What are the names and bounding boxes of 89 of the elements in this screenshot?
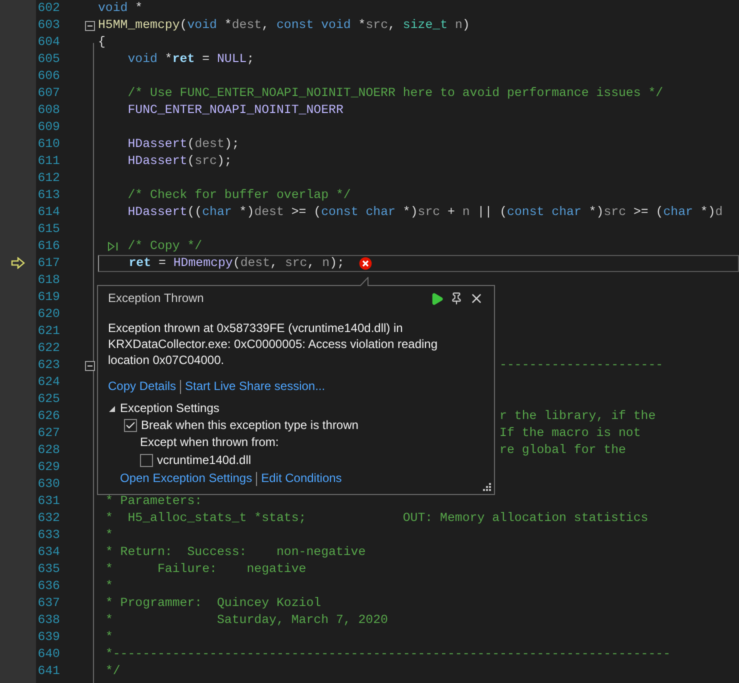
- popup-link[interactable]: Copy Details: [108, 378, 176, 395]
- code-line: /* Use FUNC_ENTER_NOAPI_NOINIT_NOERR here to avoid performance issues */: [128, 84, 664, 102]
- exception-message: Exception thrown at 0x587339FE (vcruntime140d.dll) in KRXDataCollector.exe: 0xC0000005: Access violation reading location 0x07C04000.: [108, 320, 439, 368]
- checkbox-label[interactable]: vcruntime140d.dll: [157, 452, 252, 469]
- settings-heading: Exception Settings: [120, 400, 220, 417]
- line-number: 635: [36, 561, 60, 578]
- expand-triangle-icon[interactable]: [108, 404, 116, 412]
- line-number: 637: [36, 595, 60, 612]
- line-number: 608: [36, 102, 60, 119]
- line-number: 627: [36, 425, 60, 442]
- line-number: 616: [36, 238, 60, 255]
- line-number: 621: [36, 323, 60, 340]
- line-number: 612: [36, 170, 60, 187]
- code-line: r the library, if the: [500, 408, 656, 426]
- line-number: 639: [36, 629, 60, 646]
- code-line: * Programmer: Quincey Koziol: [105, 595, 322, 612]
- line-number: 605: [36, 50, 60, 68]
- code-line: * Failure: negative: [105, 561, 306, 578]
- line-number: 628: [36, 442, 60, 460]
- popup-link[interactable]: Edit Conditions: [261, 470, 342, 487]
- line-number: 640: [36, 646, 60, 664]
- code-line: HDassert((char *)dest >= (const char *)src + n || (const char *)src >= (char *)d: [128, 204, 723, 221]
- line-number: 630: [36, 476, 60, 494]
- code-line: void *ret = NULL;: [128, 50, 254, 68]
- code-line: * H5_alloc_stats_t *stats; OUT: Memory allocation statistics: [105, 510, 648, 528]
- code-line: H5MM_memcpy(void *dest, const void *src, size_t n): [98, 16, 470, 34]
- line-number: 607: [36, 84, 60, 102]
- line-number: 634: [36, 544, 60, 562]
- code-line: /* Copy */: [128, 238, 202, 255]
- code-line: ret = HDmemcpy(dest, src, n);: [128, 254, 344, 272]
- code-line: HDassert(src);: [128, 152, 232, 170]
- line-number: 606: [36, 68, 60, 85]
- code-line: If the macro is not: [500, 425, 641, 442]
- continue-icon[interactable]: [430, 292, 444, 306]
- code-line: * Return: Success: non-negative: [105, 544, 366, 562]
- line-number: 626: [36, 408, 60, 426]
- line-number: 631: [36, 493, 60, 510]
- line-number: 641: [36, 663, 60, 680]
- line-number: 620: [36, 306, 60, 323]
- line-number: 610: [36, 136, 60, 153]
- code-line: * Saturday, March 7, 2020: [105, 612, 388, 630]
- resize-grip-icon[interactable]: [482, 482, 492, 492]
- error-icon[interactable]: [359, 256, 372, 270]
- popup-link[interactable]: Start Live Share session...: [185, 378, 326, 395]
- line-number: 617: [36, 254, 60, 272]
- checkbox[interactable]: [124, 419, 137, 432]
- code-line: {: [98, 34, 106, 51]
- line-number: 622: [36, 340, 60, 358]
- code-line: *---------------------------------------------------------------------------: [105, 646, 671, 664]
- code-line: *: [105, 578, 113, 596]
- line-number: 623: [36, 357, 60, 374]
- line-number: 602: [36, 0, 60, 17]
- collapse-toggle-icon[interactable]: [85, 360, 95, 371]
- line-number: 613: [36, 186, 60, 204]
- line-number: 619: [36, 288, 60, 306]
- line-number: 636: [36, 578, 60, 596]
- line-number: 604: [36, 34, 60, 51]
- checkbox-label[interactable]: Break when this exception type is thrown: [141, 417, 358, 434]
- pin-icon[interactable]: [450, 292, 463, 305]
- code-line: */: [105, 663, 120, 680]
- line-number: 614: [36, 204, 60, 221]
- line-number: 611: [36, 152, 60, 170]
- current-statement-arrow-icon: [11, 257, 25, 270]
- checkbox[interactable]: [140, 454, 153, 467]
- close-icon[interactable]: [469, 291, 484, 306]
- code-line: HDassert(dest);: [128, 136, 240, 153]
- code-line: re global for the: [500, 442, 626, 460]
- line-number: 603: [36, 16, 60, 34]
- code-line: * Parameters:: [105, 493, 202, 510]
- code-line: FUNC_ENTER_NOAPI_NOINIT_NOERR: [128, 102, 344, 119]
- run-to-click-icon[interactable]: [108, 242, 119, 251]
- popup-link[interactable]: Open Exception Settings: [120, 470, 252, 487]
- code-line: ----------------------: [500, 357, 664, 374]
- line-number: 625: [36, 391, 60, 408]
- code-line: *: [105, 527, 113, 544]
- line-number: 633: [36, 527, 60, 544]
- code-line: *: [105, 629, 113, 646]
- line-number: 615: [36, 220, 60, 238]
- except-label: Except when thrown from:: [140, 435, 279, 449]
- line-number: 618: [36, 272, 60, 289]
- line-number: 624: [36, 374, 60, 392]
- popup-title: Exception Thrown: [108, 290, 204, 307]
- line-number: 632: [36, 510, 60, 528]
- line-number: 629: [36, 459, 60, 476]
- line-number: 638: [36, 612, 60, 630]
- code-line: /* Check for buffer overlap */: [128, 186, 351, 204]
- code-line: void *: [98, 0, 143, 17]
- line-number: 609: [36, 118, 60, 136]
- collapse-toggle-icon[interactable]: [85, 20, 95, 31]
